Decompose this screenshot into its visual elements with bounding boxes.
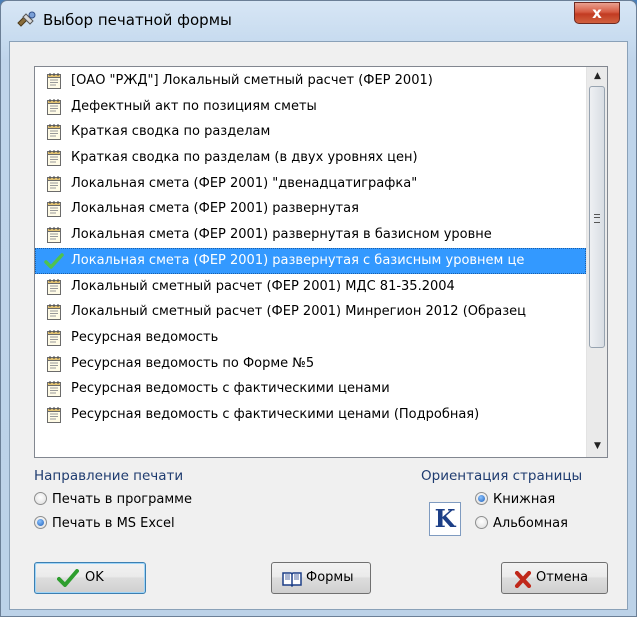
document-icon	[45, 200, 63, 218]
orientation-title: Ориентация страницы	[421, 468, 583, 484]
list-item-label: Локальная смета (ФЕР 2001) развернутая с…	[71, 252, 525, 268]
list-item-label: Локальная смета (ФЕР 2001) развернутая	[71, 201, 359, 217]
list-item-label: Ресурсная ведомость с фактическими ценам…	[71, 381, 390, 397]
radio-button[interactable]	[475, 492, 488, 505]
ok-button[interactable]: OK	[34, 562, 146, 594]
document-icon	[45, 123, 63, 141]
list-item[interactable]: [ОАО "РЖД"] Локальный сметный расчет (ФЕ…	[35, 68, 586, 94]
window-title: Выбор печатной формы	[43, 11, 232, 29]
cancel-button[interactable]: Отмена	[501, 562, 608, 594]
list-item[interactable]: Ресурсная ведомость	[35, 325, 586, 351]
print-forms-list[interactable]: [ОАО "РЖД"] Локальный сметный расчет (ФЕ…	[34, 66, 608, 458]
document-icon	[45, 175, 63, 193]
print-direction-title: Направление печати	[34, 468, 184, 484]
list-item[interactable]: Локальный сметный расчет (ФЕР 2001) МДС …	[35, 274, 586, 300]
list-item[interactable]: Ресурсная ведомость по Форме №5	[35, 351, 586, 377]
radio-label: Печать в программе	[52, 492, 192, 507]
checkmark-icon	[44, 252, 64, 270]
radio-button[interactable]	[475, 516, 488, 529]
list-item-label: Ресурсная ведомость	[71, 329, 219, 345]
print-direction-group: Направление печати Печать в программе Пе…	[34, 468, 304, 548]
close-icon: x	[592, 4, 602, 22]
list-item[interactable]: Локальная смета (ФЕР 2001) развернутая с…	[35, 247, 586, 274]
document-icon	[45, 329, 63, 347]
document-icon	[45, 149, 63, 167]
document-icon	[45, 226, 63, 244]
radio-label: Печать в MS Excel	[52, 516, 175, 531]
ok-label: OK	[85, 570, 104, 585]
list-item-label: Локальный сметный расчет (ФЕР 2001) МДС …	[71, 278, 455, 294]
dialog-body: [ОАО "РЖД"] Локальный сметный расчет (ФЕ…	[9, 41, 628, 610]
check-icon	[57, 569, 79, 587]
list-item-label: Краткая сводка по разделам (в двух уровн…	[71, 150, 418, 166]
portrait-orientation-icon: K	[429, 502, 461, 536]
close-button[interactable]: x	[574, 2, 620, 24]
radio-button[interactable]	[34, 492, 47, 505]
document-icon	[45, 72, 63, 90]
scroll-down-icon[interactable]: ▼	[589, 438, 606, 455]
list-item[interactable]: Ресурсная ведомость с фактическими ценам…	[35, 376, 586, 402]
list-item[interactable]: Локальная смета (ФЕР 2001) "двенадцатигр…	[35, 171, 586, 197]
list-item-label: Дефектный акт по позициям сметы	[71, 98, 317, 114]
radio-print-in-program[interactable]: Печать в программе	[34, 490, 192, 510]
app-icon	[15, 10, 37, 32]
dialog-window: Выбор печатной формы x [ОАО "РЖД"] Локал…	[0, 0, 637, 617]
list-item-label: Локальный сметный расчет (ФЕР 2001) Минр…	[71, 304, 527, 320]
document-icon	[45, 380, 63, 398]
document-icon	[45, 98, 63, 116]
scroll-up-icon[interactable]: ▲	[589, 68, 606, 85]
radio-label: Альбомная	[493, 516, 568, 531]
list-item[interactable]: Локальная смета (ФЕР 2001) развернутая	[35, 196, 586, 222]
vertical-scrollbar[interactable]: ▲ ▼	[586, 67, 607, 457]
forms-label: Формы	[306, 570, 354, 585]
radio-landscape[interactable]: Альбомная	[475, 514, 568, 534]
book-icon	[282, 572, 302, 587]
list-item[interactable]: Дефектный акт по позициям сметы	[35, 94, 586, 120]
list-item[interactable]: Краткая сводка по разделам	[35, 119, 586, 145]
orientation-group: Ориентация страницы K Книжная Альбомная	[415, 468, 615, 548]
radio-button[interactable]	[34, 516, 47, 529]
list-item[interactable]: Локальный сметный расчет (ФЕР 2001) Минр…	[35, 299, 586, 325]
grip-icon	[594, 214, 600, 223]
list-item-label: [ОАО "РЖД"] Локальный сметный расчет (ФЕ…	[71, 73, 433, 88]
list-item[interactable]: Краткая сводка по разделам (в двух уровн…	[35, 145, 586, 171]
document-icon	[45, 303, 63, 321]
cancel-label: Отмена	[536, 570, 589, 585]
list-item-label: Ресурсная ведомость с фактическими ценам…	[71, 406, 480, 422]
list-item[interactable]: Локальная смета (ФЕР 2001) развернутая в…	[35, 222, 586, 248]
list-item[interactable]: Ресурсная ведомость с фактическими ценам…	[35, 402, 586, 428]
x-icon	[514, 571, 532, 588]
document-icon	[45, 355, 63, 373]
list-item-label: Ресурсная ведомость по Форме №5	[71, 355, 315, 371]
list-item-label: Краткая сводка по разделам	[71, 124, 271, 140]
document-icon	[45, 406, 63, 424]
radio-portrait[interactable]: Книжная	[475, 490, 555, 510]
forms-button[interactable]: Формы	[271, 562, 371, 594]
radio-print-in-excel[interactable]: Печать в MS Excel	[34, 514, 175, 534]
list-item-label: Локальная смета (ФЕР 2001) "двенадцатигр…	[71, 175, 418, 191]
scroll-thumb[interactable]	[589, 86, 605, 348]
document-icon	[45, 278, 63, 296]
title-bar[interactable]: Выбор печатной формы x	[1, 1, 636, 41]
list-items: [ОАО "РЖД"] Локальный сметный расчет (ФЕ…	[35, 68, 586, 428]
radio-label: Книжная	[493, 492, 556, 507]
list-item-label: Локальная смета (ФЕР 2001) развернутая в…	[71, 227, 492, 243]
